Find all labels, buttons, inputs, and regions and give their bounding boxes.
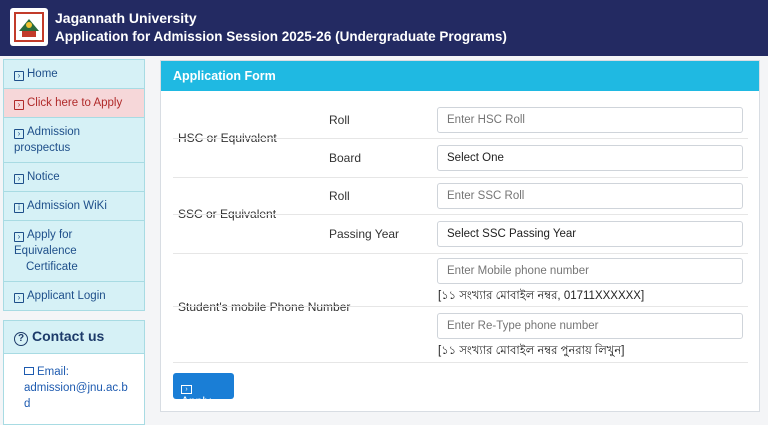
- mobile-group-label: Student's mobile Phone Number: [178, 300, 351, 314]
- mobile-retype-hint: [১১ সংখ্যার মোবাইল নম্বর পুনরায় লিখুন]: [438, 345, 625, 357]
- email-link[interactable]: admission@jnu.ac.bd: [24, 382, 128, 410]
- contact-panel: ? Contact us Email: admission@jnu.ac.bd: [3, 320, 145, 425]
- arrow-right-box-icon: ›: [14, 100, 24, 110]
- sidebar-nav: › Home › Click here to Apply › Admission pr…: [3, 59, 145, 311]
- sign-in-icon: ›: [181, 385, 192, 394]
- hsc-roll-input[interactable]: [437, 107, 743, 133]
- arrow-right-box-icon: ›: [14, 129, 24, 139]
- ssc-roll-input[interactable]: [437, 183, 743, 209]
- sidebar-item-label: Home: [27, 68, 58, 80]
- sidebar-item-label: Applicant Login: [27, 290, 106, 302]
- divider: [173, 177, 748, 178]
- form-title: Application Form: [161, 61, 759, 91]
- apply-button-label: Apply: [181, 394, 212, 408]
- mobile-hint: [১১ সংখ্যার মোবাইল নম্বর, 01711XXXXXX]: [438, 290, 645, 302]
- board-select[interactable]: Select One: [437, 145, 743, 171]
- divider: [173, 362, 748, 363]
- passing-year-label: Passing Year: [329, 227, 400, 241]
- sidebar-item-equivalence[interactable]: › Apply for Equivalence Certificate: [4, 221, 144, 282]
- sidebar-item-label: Notice: [27, 171, 60, 183]
- university-logo: [10, 8, 48, 46]
- sidebar-item-home[interactable]: › Home: [4, 60, 144, 89]
- sidebar-item-wiki[interactable]: i Admission WiKi: [4, 192, 144, 221]
- divider: [173, 138, 748, 139]
- sidebar-item-login[interactable]: › Applicant Login: [4, 282, 144, 310]
- hsc-roll-label: Roll: [329, 113, 350, 127]
- contact-body: Email: admission@jnu.ac.bd: [4, 354, 144, 424]
- page-title: Application for Admission Session 2025-2…: [55, 29, 507, 44]
- ssc-roll-label: Roll: [329, 189, 350, 203]
- sidebar-item-label-cont: Certificate: [26, 261, 78, 273]
- mobile-input[interactable]: [437, 258, 743, 284]
- arrow-right-box-icon: ›: [14, 293, 24, 303]
- question-circle-icon: ?: [14, 332, 28, 346]
- sidebar-item-apply[interactable]: › Click here to Apply: [4, 89, 144, 118]
- email-label: Email:: [37, 366, 69, 378]
- contact-title: Contact us: [32, 328, 105, 344]
- arrow-right-box-icon: ›: [14, 232, 24, 242]
- sidebar-item-prospectus[interactable]: › Admission prospectus: [4, 118, 144, 163]
- divider: [173, 253, 748, 254]
- site-header: Jagannath University Application for Adm…: [0, 0, 768, 56]
- university-name: Jagannath University: [55, 10, 197, 26]
- info-icon: i: [14, 203, 24, 213]
- contact-heading: ? Contact us: [4, 321, 144, 354]
- mobile-retype-input[interactable]: [437, 313, 743, 339]
- sidebar: › Home › Click here to Apply › Admission pr…: [3, 59, 145, 425]
- arrow-right-box-icon: ›: [14, 71, 24, 81]
- sidebar-item-label: Admission WiKi: [27, 200, 107, 212]
- arrow-right-box-icon: ›: [14, 174, 24, 184]
- apply-button[interactable]: ›Apply: [173, 373, 234, 408]
- envelope-icon: [24, 367, 34, 375]
- divider: [173, 214, 748, 215]
- application-form: Application Form HSC or Equivalent Roll …: [160, 60, 760, 412]
- sidebar-item-notice[interactable]: › Notice: [4, 163, 144, 192]
- passing-year-select[interactable]: Select SSC Passing Year: [437, 221, 743, 247]
- divider: [173, 306, 748, 307]
- board-label: Board: [329, 151, 362, 165]
- sidebar-item-label: Click here to Apply: [27, 97, 123, 109]
